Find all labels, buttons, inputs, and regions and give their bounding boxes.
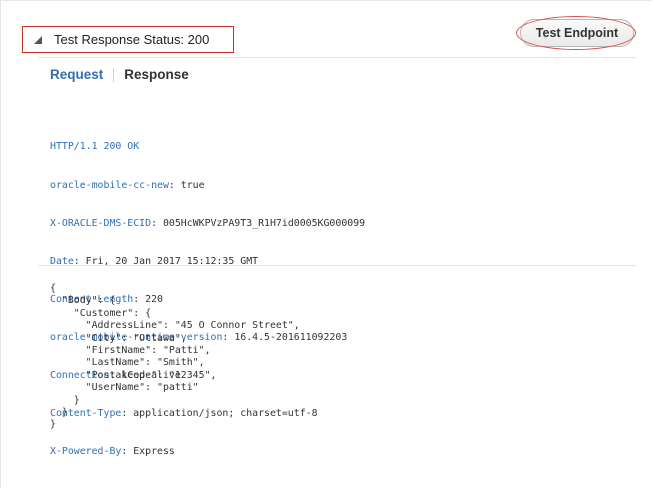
header-line: Date: Fri, 20 Jan 2017 15:12:35 GMT: [50, 255, 259, 267]
tab-separator: [113, 67, 115, 82]
test-endpoint-button[interactable]: Test Endpoint: [520, 19, 634, 47]
response-status-title: Test Response Status: 200: [54, 32, 210, 47]
header-key: X-Powered-By: [50, 446, 122, 458]
header-divider: [38, 57, 636, 58]
header-line: oracle-mobile-cc-new: true: [50, 179, 205, 191]
response-status-header[interactable]: Test Response Status: 200: [22, 26, 234, 53]
body-divider: [38, 265, 636, 266]
header-value: true: [180, 179, 205, 191]
collapse-triangle-icon[interactable]: [32, 34, 44, 46]
tab-request[interactable]: Request: [50, 67, 103, 82]
request-response-tabs: Request Response: [50, 67, 189, 82]
response-body-json: { "Body": { "Customer": { "AddressLine":…: [50, 283, 300, 431]
header-key: X-ORACLE-DMS-ECID: [50, 217, 152, 229]
header-value: Express: [133, 446, 175, 458]
header-key: oracle-mobile-cc-new: [50, 179, 169, 191]
header-value: 005HcWKPVzPA9T3_R1H7id0005KG000099: [162, 217, 366, 229]
status-line: HTTP/1.1 200 OK: [50, 141, 140, 153]
header-line: X-Powered-By: Express: [50, 446, 175, 458]
tab-response[interactable]: Response: [124, 67, 189, 82]
header-line: X-ORACLE-DMS-ECID: 005HcWKPVzPA9T3_R1H7i…: [50, 217, 366, 229]
